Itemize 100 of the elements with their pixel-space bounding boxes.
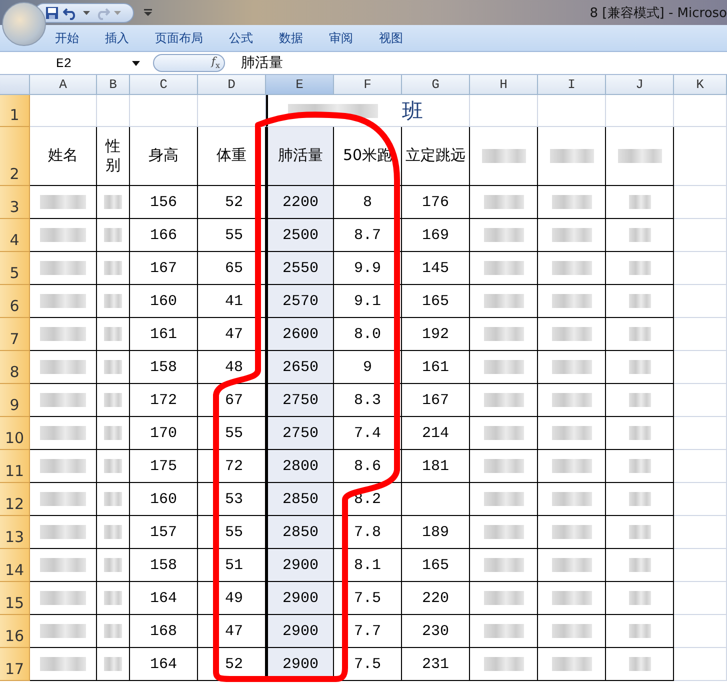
- blurred-text: [40, 525, 86, 539]
- row-header[interactable]: 16: [0, 615, 30, 648]
- blurred-text: [484, 492, 524, 506]
- row-header[interactable]: 12: [0, 483, 30, 516]
- formula-field[interactable]: 肺活量: [241, 54, 283, 72]
- ribbon-tab[interactable]: 插入: [105, 30, 129, 46]
- table-cell: 175: [130, 450, 198, 483]
- blurred-text: [552, 294, 592, 308]
- row-header[interactable]: 11: [0, 450, 30, 483]
- blurred-text: [40, 393, 86, 407]
- table-cell: 230: [402, 615, 470, 648]
- blurred-text: [40, 591, 86, 605]
- table-cell: 2200: [266, 186, 334, 219]
- row-header[interactable]: 8: [0, 351, 30, 384]
- column-header[interactable]: C: [130, 75, 198, 95]
- blurred-text: [484, 360, 524, 374]
- table-cell: 156: [130, 186, 198, 219]
- ribbon-tab[interactable]: 开始: [55, 30, 79, 46]
- row-header[interactable]: 5: [0, 252, 30, 285]
- column-header[interactable]: F: [334, 75, 402, 95]
- blurred-text: [484, 261, 524, 275]
- blurred-text: [628, 624, 650, 638]
- column-header[interactable]: D: [198, 75, 266, 95]
- blurred-text: [40, 327, 86, 341]
- empty-cell: [674, 648, 727, 681]
- blurred-text: [552, 228, 592, 242]
- empty-cell: [538, 95, 606, 127]
- column-header[interactable]: K: [674, 75, 727, 95]
- empty-cell: [674, 417, 727, 450]
- formula-bar-handle[interactable]: f$_{x}$: [153, 54, 225, 72]
- table-cell: 164: [130, 648, 198, 681]
- table-cell: 157: [130, 516, 198, 549]
- row-header[interactable]: 7: [0, 318, 30, 351]
- blurred-text: [628, 525, 650, 539]
- blurred-text: [104, 426, 122, 440]
- blurred-text: [40, 261, 86, 275]
- row-header[interactable]: 4: [0, 219, 30, 252]
- ribbon-tab[interactable]: 页面布局: [155, 30, 203, 46]
- empty-cell: [674, 582, 727, 615]
- column-heading: 立定跳远: [402, 127, 470, 186]
- column-header[interactable]: J: [606, 75, 674, 95]
- row-header[interactable]: 13: [0, 516, 30, 549]
- empty-cell: [674, 384, 727, 417]
- ribbon-tab[interactable]: 公式: [229, 30, 253, 46]
- table-cell: 2750: [266, 417, 334, 450]
- row-header[interactable]: 9: [0, 384, 30, 417]
- ribbon-tab[interactable]: 视图: [379, 30, 403, 46]
- table-cell: 2900: [266, 549, 334, 582]
- row-header[interactable]: 6: [0, 285, 30, 318]
- blurred-text: [552, 525, 592, 539]
- row-header[interactable]: 1: [0, 95, 30, 127]
- column-header[interactable]: I: [538, 75, 606, 95]
- table-cell: 9.1: [334, 285, 402, 318]
- empty-cell: [130, 95, 198, 127]
- column-header[interactable]: H: [470, 75, 538, 95]
- table-cell: 164: [130, 582, 198, 615]
- row-header[interactable]: 2: [0, 127, 30, 186]
- empty-cell: [674, 483, 727, 516]
- column-header[interactable]: A: [30, 75, 97, 95]
- blurred-text: [40, 492, 86, 506]
- blurred-text: [104, 228, 122, 242]
- table-cell: 8.3: [334, 384, 402, 417]
- caret-icon[interactable]: [132, 60, 140, 66]
- blurred-text: [40, 228, 86, 242]
- table-cell: 189: [402, 516, 470, 549]
- row-header[interactable]: 3: [0, 186, 30, 219]
- save-icon[interactable]: [45, 6, 59, 20]
- row-header[interactable]: 15: [0, 582, 30, 615]
- blurred-text: [484, 228, 524, 242]
- table-cell: 2570: [266, 285, 334, 318]
- blurred-text: [628, 195, 650, 209]
- ribbon-tab[interactable]: 审阅: [329, 30, 353, 46]
- blurred-text: [104, 327, 122, 341]
- ribbon-tab[interactable]: 数据: [279, 30, 303, 46]
- blurred-text: [104, 294, 122, 308]
- blurred-text: [552, 624, 592, 638]
- table-cell: 2850: [266, 516, 334, 549]
- empty-cell: [674, 95, 727, 127]
- blurred-text: [628, 261, 650, 275]
- blurred-text: [552, 558, 592, 572]
- empty-cell: [674, 252, 727, 285]
- column-header[interactable]: G: [402, 75, 470, 95]
- table-cell: 231: [402, 648, 470, 681]
- row-header[interactable]: 17: [0, 648, 30, 681]
- table-cell: 176: [402, 186, 470, 219]
- blurred-text: [40, 459, 86, 473]
- customize-icon[interactable]: [144, 9, 152, 16]
- blurred-text: [484, 459, 524, 473]
- column-header[interactable]: E: [266, 75, 334, 95]
- column-header[interactable]: B: [97, 75, 130, 95]
- blurred-text: [618, 149, 662, 163]
- blurred-text: [104, 261, 122, 275]
- name-box[interactable]: E2: [0, 52, 153, 74]
- row-header[interactable]: 10: [0, 417, 30, 450]
- table-cell: 2550: [266, 252, 334, 285]
- blurred-text: [104, 492, 122, 506]
- row-header[interactable]: 14: [0, 549, 30, 582]
- blurred-text: [628, 558, 650, 572]
- insert-function-button[interactable]: f$_{x}$: [211, 56, 220, 70]
- table-cell: 161: [130, 318, 198, 351]
